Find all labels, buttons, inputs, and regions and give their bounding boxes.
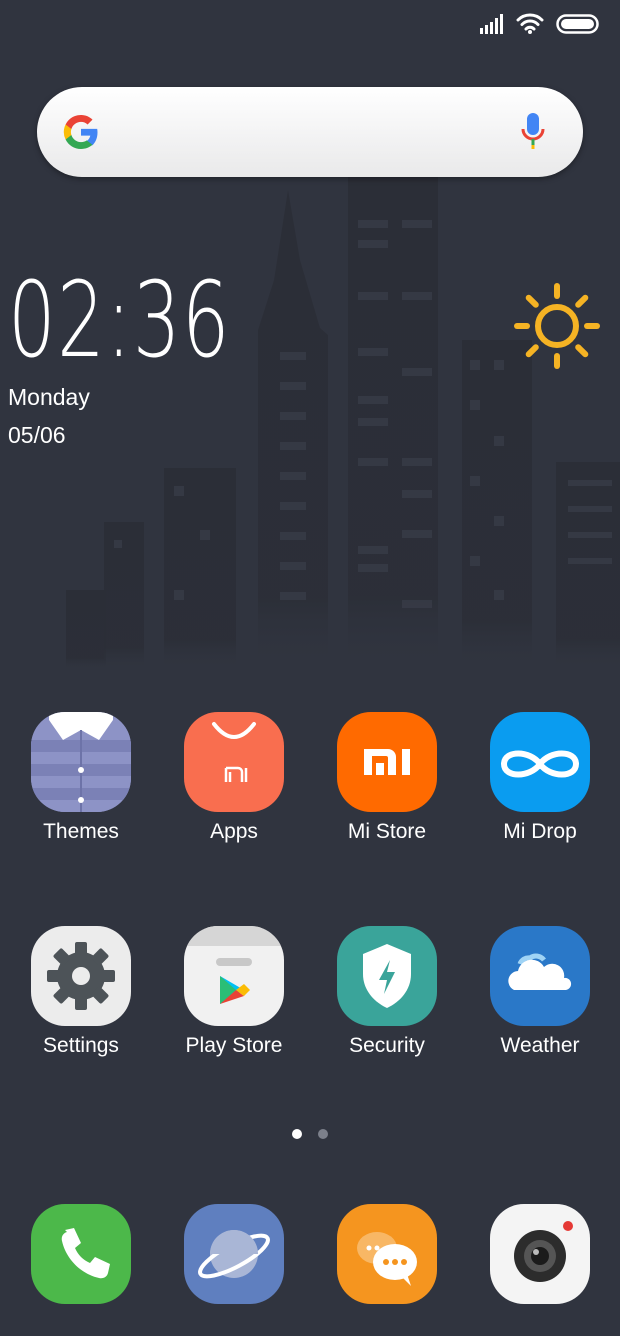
messages-icon — [337, 1204, 437, 1304]
battery-icon — [556, 14, 599, 34]
clock-day: Monday — [8, 384, 90, 410]
app-label: Settings — [43, 1034, 119, 1057]
app-mi-store[interactable]: Mi Store — [317, 712, 457, 844]
google-search-bar[interactable] — [37, 87, 583, 177]
home-screen: 02:36 Monday 05/06 Themes Apps Mi Store … — [0, 0, 620, 1336]
weather-icon — [490, 926, 590, 1026]
dock-messages[interactable] — [317, 1204, 457, 1304]
google-g-icon — [63, 114, 98, 150]
dock-browser[interactable] — [164, 1204, 304, 1304]
browser-icon — [184, 1204, 284, 1304]
mic-icon[interactable] — [519, 111, 547, 153]
apps-icon — [184, 712, 284, 812]
app-security[interactable]: Security — [317, 926, 457, 1058]
app-themes[interactable]: Themes — [11, 712, 151, 844]
app-label: Themes — [43, 820, 119, 843]
page-dot[interactable] — [318, 1129, 329, 1139]
security-icon — [337, 926, 437, 1026]
clock-time[interactable]: 02:36 — [8, 268, 231, 372]
sun-icon[interactable] — [514, 283, 600, 369]
camera-icon — [490, 1204, 590, 1304]
page-indicator[interactable] — [0, 1126, 620, 1144]
mi-drop-icon — [490, 712, 590, 812]
app-label: Apps — [210, 820, 258, 843]
play-store-icon — [184, 926, 284, 1026]
themes-icon — [31, 712, 131, 812]
app-label: Play Store — [185, 1034, 283, 1057]
app-weather[interactable]: Weather — [470, 926, 610, 1058]
clock-date: 05/06 — [8, 422, 66, 448]
app-settings[interactable]: Settings — [11, 926, 151, 1058]
settings-icon — [31, 926, 131, 1026]
app-label: Weather — [500, 1034, 580, 1057]
app-apps[interactable]: Apps — [164, 712, 304, 844]
mi-store-icon — [337, 712, 437, 812]
app-label: Mi Drop — [503, 820, 577, 843]
wifi-icon — [516, 13, 544, 34]
dock-camera[interactable] — [470, 1204, 610, 1304]
app-play-store[interactable]: Play Store — [164, 926, 304, 1058]
phone-icon — [31, 1204, 131, 1304]
status-bar — [480, 10, 620, 40]
signal-icon — [480, 14, 503, 34]
app-label: Mi Store — [347, 820, 427, 843]
app-label: Security — [349, 1034, 425, 1057]
dock-phone[interactable] — [11, 1204, 151, 1304]
wallpaper-skyline — [66, 175, 620, 670]
page-dot-active[interactable] — [291, 1129, 302, 1139]
app-mi-drop[interactable]: Mi Drop — [470, 712, 610, 844]
